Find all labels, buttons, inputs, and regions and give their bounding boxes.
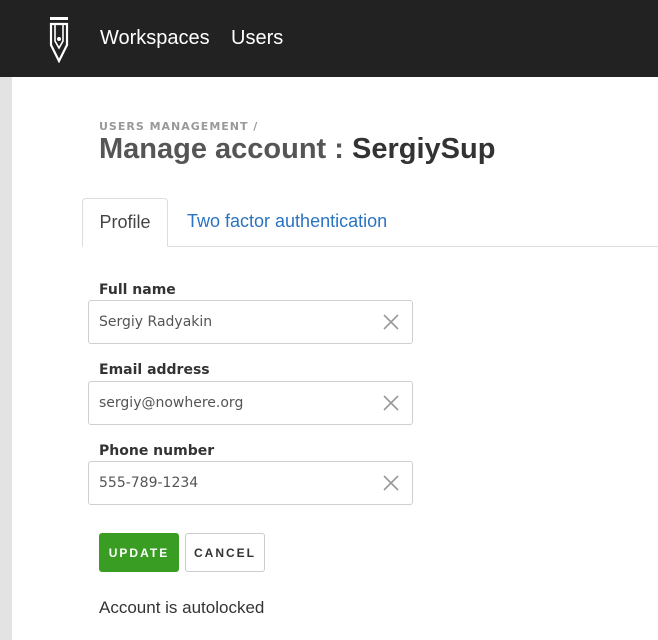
email-input[interactable] bbox=[89, 382, 369, 424]
page-title-username: SergiySup bbox=[352, 133, 496, 165]
email-field-wrapper bbox=[88, 381, 413, 425]
cancel-button[interactable]: CANCEL bbox=[185, 533, 265, 572]
email-address-label: Email address bbox=[99, 362, 210, 378]
page-title-prefix: Manage account : bbox=[99, 133, 352, 165]
breadcrumb: USERS MANAGEMENT / bbox=[99, 120, 259, 133]
nav-users-link[interactable]: Users bbox=[231, 27, 283, 50]
update-button[interactable]: UPDATE bbox=[99, 533, 179, 572]
phone-number-label: Phone number bbox=[99, 443, 215, 459]
tab-two-factor-authentication[interactable]: Two factor authentication bbox=[187, 198, 387, 247]
phone-input[interactable] bbox=[89, 462, 369, 504]
pen-nib-logo-icon[interactable] bbox=[48, 15, 70, 63]
close-icon[interactable] bbox=[382, 394, 400, 412]
full-name-input[interactable] bbox=[89, 301, 369, 343]
page-title: Manage account : SergiySup bbox=[99, 133, 495, 166]
top-navbar: Workspaces Users bbox=[0, 0, 658, 77]
full-name-field-wrapper bbox=[88, 300, 413, 344]
account-status-text: Account is autolocked bbox=[99, 598, 265, 617]
left-sidebar-strip bbox=[0, 77, 12, 640]
full-name-label: Full name bbox=[99, 282, 176, 298]
close-icon[interactable] bbox=[382, 313, 400, 331]
nav-workspaces-link[interactable]: Workspaces bbox=[100, 27, 210, 50]
close-icon[interactable] bbox=[382, 474, 400, 492]
phone-field-wrapper bbox=[88, 461, 413, 505]
tab-profile[interactable]: Profile bbox=[82, 198, 168, 247]
